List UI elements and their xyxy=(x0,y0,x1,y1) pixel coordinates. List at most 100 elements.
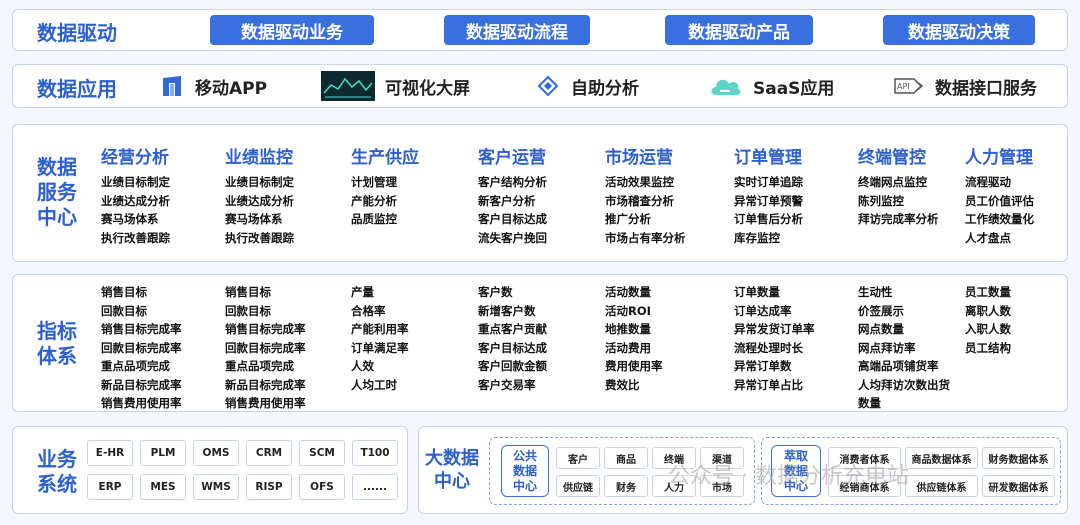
system-button[interactable]: MES xyxy=(140,474,186,500)
metric-item: 新增客户数 xyxy=(478,303,536,318)
system-button[interactable]: ERP xyxy=(87,474,133,500)
service-item: 执行改善跟踪 xyxy=(225,230,294,245)
data-system-tag[interactable]: 财务数据体系 xyxy=(982,447,1055,469)
metrics-system: 指标 体系 销售目标 回款目标 销售目标完成率 回款目标完成率 重点品项完成 新品目标完成… xyxy=(12,274,1068,412)
system-button[interactable]: E-HR xyxy=(87,440,133,466)
service-item: 市场占有率分析 xyxy=(605,230,686,245)
service-column-heading[interactable]: 人力管理 xyxy=(965,143,1034,173)
drive-business-button[interactable]: 数据驱动业务 xyxy=(210,15,374,45)
app-saas[interactable]: SaaS应用 xyxy=(707,65,834,107)
watermark: 公众号 · 数据分析充电站 xyxy=(668,464,909,489)
service-item: 计划管理 xyxy=(351,175,397,189)
service-column-heading[interactable]: 市场运营 xyxy=(605,143,686,173)
metric-item: 客户数 xyxy=(478,285,513,299)
title-line: 体系 xyxy=(37,344,77,368)
metric-item: 回款目标完成率 xyxy=(101,340,182,355)
service-item: 市场稽查分析 xyxy=(605,193,674,208)
service-item: 终端网点监控 xyxy=(858,175,927,189)
metric-column: 客户数 新增客户数 重点客户贡献 客户目标达成 客户回款金额 客户交易率 xyxy=(478,283,547,394)
data-domain-tag[interactable]: 供应链 xyxy=(556,475,600,497)
drive-process-button[interactable]: 数据驱动流程 xyxy=(444,15,590,45)
app-dashboard[interactable]: 可视化大屏 xyxy=(321,65,470,107)
title-line: 大数据 xyxy=(425,448,479,469)
service-item: 客户结构分析 xyxy=(478,175,547,189)
public-data-center-hub[interactable]: 公共 数据 中心 xyxy=(501,445,549,497)
system-button[interactable]: WMS xyxy=(193,474,239,500)
service-column-heading[interactable]: 业绩监控 xyxy=(225,143,294,173)
app-mobile[interactable]: 移动APP xyxy=(159,65,267,107)
service-column: 生产供应 计划管理 产能分析 品质监控 xyxy=(351,143,419,229)
metric-item: 销售目标 xyxy=(101,285,147,299)
app-self-analysis-label: 自助分析 xyxy=(571,78,639,99)
data-domain-tag[interactable]: 客户 xyxy=(556,447,600,469)
metric-item: 客户回款金额 xyxy=(478,359,547,373)
app-api[interactable]: API 数据接口服务 xyxy=(891,65,1037,107)
data-domain-tag[interactable]: 财务 xyxy=(604,475,648,497)
system-button[interactable]: CRM xyxy=(246,440,292,466)
data-domain-tag[interactable]: 商品 xyxy=(604,447,648,469)
service-item: 业绩目标制定 xyxy=(101,175,170,189)
service-column-heading[interactable]: 订单管理 xyxy=(734,143,803,173)
metric-item: 产能利用率 xyxy=(351,322,409,336)
hub-line: 公共 xyxy=(512,448,537,463)
metric-item: 订单数量 xyxy=(734,285,780,299)
system-button[interactable]: PLM xyxy=(140,440,186,466)
service-column-heading[interactable]: 终端管控 xyxy=(858,143,939,173)
data-service-center: 数据 服务 中心 经营分析 业绩目标制定 业绩达成分析 赛马场体系 执行改善跟踪 业绩监控… xyxy=(12,124,1068,262)
metric-item: 新品目标完成率 xyxy=(101,377,182,392)
title-line: 业务 xyxy=(37,447,77,471)
data-system-tag[interactable]: 商品数据体系 xyxy=(905,447,978,469)
metric-item: 活动费用 xyxy=(605,340,651,355)
service-column-heading[interactable]: 经营分析 xyxy=(101,143,170,173)
title-line: 中心 xyxy=(434,471,470,492)
metric-item: 订单满足率 xyxy=(351,340,409,355)
service-column: 人力管理 流程驱动 员工价值评估 工作绩效量化 人才盘点 xyxy=(965,143,1034,247)
metric-column: 活动数量 活动ROI 地推数量 活动费用 费用使用率 费效比 xyxy=(605,283,663,394)
service-item: 库存监控 xyxy=(734,230,780,245)
metric-item: 地推数量 xyxy=(605,322,651,336)
metric-item: 异常订单占比 xyxy=(734,377,803,392)
drive-decision-button[interactable]: 数据驱动决策 xyxy=(883,15,1035,45)
service-item: 实时订单追踪 xyxy=(734,175,803,189)
metric-item: 员工数量 xyxy=(965,285,1011,299)
metric-item: 销售目标完成率 xyxy=(101,322,182,336)
self-analysis-icon xyxy=(535,73,561,99)
service-item: 业绩达成分析 xyxy=(225,193,294,208)
system-button[interactable]: OFS xyxy=(299,474,345,500)
metric-item: 网点数量 xyxy=(858,322,904,336)
metric-column: 生动性 价签展示 网点数量 网点拜访率 高端品项铺货率 人均拜访次数出货 数量 xyxy=(858,283,950,413)
system-button[interactable]: T100 xyxy=(352,440,398,466)
metric-item: 人效 xyxy=(351,359,374,373)
app-self-analysis[interactable]: 自助分析 xyxy=(535,65,639,107)
metric-item: 重点客户贡献 xyxy=(478,322,547,336)
system-button[interactable]: SCM xyxy=(299,440,345,466)
metric-item: 销售目标 xyxy=(225,285,271,299)
app-saas-label: SaaS应用 xyxy=(753,78,835,99)
dashboard-screen-icon xyxy=(321,71,375,101)
data-system-tag[interactable]: 研发数据体系 xyxy=(982,475,1055,497)
system-button[interactable]: RISP xyxy=(246,474,292,500)
service-column: 市场运营 活动效果监控 市场稽查分析 推广分析 市场占有率分析 xyxy=(605,143,686,247)
title-line: 数据 xyxy=(37,155,77,179)
metric-item: 活动ROI xyxy=(605,303,651,318)
metric-item: 回款目标 xyxy=(101,303,147,318)
system-button[interactable]: ...... xyxy=(352,474,398,500)
metric-item: 员工结构 xyxy=(965,340,1011,355)
drive-product-button[interactable]: 数据驱动产品 xyxy=(665,15,813,45)
metric-item: 离职人数 xyxy=(965,303,1011,318)
metric-item: 费用使用率 xyxy=(605,359,663,373)
service-column-heading[interactable]: 客户运营 xyxy=(478,143,547,173)
service-item: 拜访完成率分析 xyxy=(858,212,939,226)
metric-column: 销售目标 回款目标 销售目标完成率 回款目标完成率 重点品项完成 新品目标完成率 销售费用使… xyxy=(225,283,306,413)
system-button[interactable]: OMS xyxy=(193,440,239,466)
service-item: 工作绩效量化 xyxy=(965,212,1034,226)
metric-item: 流程处理时长 xyxy=(734,340,803,355)
service-item: 业绩目标制定 xyxy=(225,175,294,189)
data-service-center-title: 数据 服务 中心 xyxy=(37,155,77,230)
service-item: 陈列监控 xyxy=(858,193,904,208)
service-column-heading[interactable]: 生产供应 xyxy=(351,143,419,173)
data-system-tag[interactable]: 供应链体系 xyxy=(905,475,978,497)
app-mobile-label: 移动APP xyxy=(195,78,268,99)
metric-column: 订单数量 订单达成率 异常发货订单率 流程处理时长 异常订单数 异常订单占比 xyxy=(734,283,815,394)
metric-item: 高端品项铺货率 xyxy=(858,359,939,373)
